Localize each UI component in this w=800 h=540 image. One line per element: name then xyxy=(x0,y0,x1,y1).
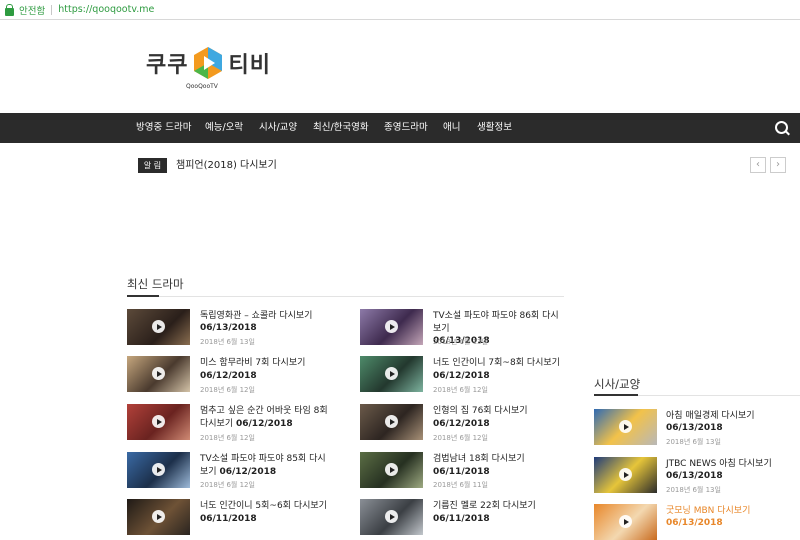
section-underline xyxy=(594,394,638,396)
list-item-posted: 2018년 6월 11일 xyxy=(433,481,488,489)
play-icon xyxy=(618,515,632,528)
list-item-posted: 2018년 6월 12일 xyxy=(433,434,488,442)
list-item-posted: 2018년 6월 13일 xyxy=(200,338,255,346)
section-title-current-affairs: 시사/교양 xyxy=(594,377,641,391)
list-item-posted: 2018년 6월 12일 xyxy=(433,386,488,394)
play-icon xyxy=(384,415,398,428)
list-item-date: 06/12/2018 xyxy=(200,371,257,381)
divider xyxy=(51,4,53,15)
main-nav: 방영중 드라마 예능/오락 시사/교양 최신/한국영화 종영드라마 애니 생활정… xyxy=(0,113,800,143)
video-thumbnail[interactable] xyxy=(360,499,423,535)
list-item-date: 06/13/2018 xyxy=(666,518,723,528)
video-thumbnail[interactable] xyxy=(360,309,423,345)
site-logo[interactable]: 쿠쿠 티비 xyxy=(146,46,271,80)
video-thumbnail[interactable] xyxy=(360,356,423,392)
video-thumbnail[interactable] xyxy=(127,404,190,440)
play-icon xyxy=(618,420,632,433)
search-icon[interactable] xyxy=(775,121,788,134)
url-text[interactable]: https://qooqootv.me xyxy=(58,4,154,15)
list-item-posted: 2018년 6월 13일 xyxy=(666,438,721,446)
nav-item-current-affairs[interactable]: 시사/교양 xyxy=(259,113,297,143)
list-item-title[interactable]: JTBC NEWS 아침 다시보기 xyxy=(666,458,798,471)
video-thumbnail[interactable] xyxy=(594,409,657,445)
list-item-posted: 2018년 6월 12일 xyxy=(200,434,255,442)
video-thumbnail[interactable] xyxy=(594,504,657,540)
list-item-title[interactable]: 너도 인간이니 5회~6회 다시보기 xyxy=(200,500,350,513)
play-icon xyxy=(384,463,398,476)
list-item-date: 06/11/2018 xyxy=(433,514,490,524)
notice-badge: 알 림 xyxy=(138,158,167,173)
play-icon xyxy=(151,463,165,476)
list-item-posted: 2018년 6월 13일 xyxy=(433,338,488,346)
list-item-posted: 2018년 6월 12일 xyxy=(200,386,255,394)
play-icon xyxy=(618,468,632,481)
nav-item-airing-drama[interactable]: 방영중 드라마 xyxy=(136,113,191,143)
nav-item-anime[interactable]: 애니 xyxy=(443,113,460,143)
logo-text-right: 티비 xyxy=(228,53,271,78)
nav-item-movies[interactable]: 최신/한국영화 xyxy=(313,113,369,143)
play-icon xyxy=(384,367,398,380)
list-item-date: 06/12/2018 xyxy=(433,371,490,381)
play-icon xyxy=(151,320,165,333)
video-thumbnail[interactable] xyxy=(360,452,423,488)
logo-text-left: 쿠쿠 xyxy=(146,53,189,78)
lock-icon xyxy=(5,3,14,16)
list-item-date: 06/13/2018 xyxy=(666,471,723,481)
list-item-title[interactable]: 아침 매일경제 다시보기 xyxy=(666,410,796,423)
address-bar[interactable]: 안전함 https://qooqootv.me xyxy=(0,0,800,20)
list-item-title[interactable]: 인형의 집 76회 다시보기 xyxy=(433,405,565,418)
video-thumbnail[interactable] xyxy=(360,404,423,440)
play-icon xyxy=(151,415,165,428)
ticker-next-button[interactable]: › xyxy=(770,157,786,173)
list-item-title[interactable]: 독립영화관 – 쇼콜라 다시보기 xyxy=(200,310,350,323)
list-item-date: 06/13/2018 xyxy=(200,323,257,333)
video-thumbnail[interactable] xyxy=(127,452,190,488)
play-icon xyxy=(384,510,398,523)
play-icon xyxy=(384,320,398,333)
secure-label: 안전함 xyxy=(19,5,46,17)
list-item-title[interactable]: 너도 인간이니 7회~8회 다시보기 xyxy=(433,357,565,370)
list-item-title[interactable]: TV소설 파도야 파도야 85회 다시보기 06/12/2018 xyxy=(200,453,332,478)
list-item-date: 06/11/2018 xyxy=(433,467,490,477)
list-item-title[interactable]: 미스 함무라비 7회 다시보기 xyxy=(200,357,350,370)
section-divider xyxy=(127,296,564,297)
list-item-posted: 2018년 6월 13일 xyxy=(666,486,721,494)
logo-subtitle: QooQooTV xyxy=(186,83,218,90)
list-item-date: 06/13/2018 xyxy=(666,423,723,433)
section-underline xyxy=(127,295,159,297)
notice-ticker-link[interactable]: 챔피언(2018) 다시보기 xyxy=(176,158,277,173)
section-title-latest-drama: 최신 드라마 xyxy=(127,277,184,291)
list-item-title[interactable]: 멈추고 싶은 순간 어바웃 타임 8회 다시보기 06/12/2018 xyxy=(200,405,330,430)
video-thumbnail[interactable] xyxy=(127,356,190,392)
list-item-date: 06/12/2018 xyxy=(433,419,490,429)
play-icon xyxy=(151,367,165,380)
video-thumbnail[interactable] xyxy=(594,457,657,493)
list-item-posted: 2018년 6월 12일 xyxy=(200,481,255,489)
nav-item-entertainment[interactable]: 예능/오락 xyxy=(205,113,243,143)
list-item-date: 06/11/2018 xyxy=(200,514,257,524)
nav-item-lifestyle[interactable]: 생활정보 xyxy=(477,113,512,143)
ticker-prev-button[interactable]: ‹ xyxy=(750,157,766,173)
play-hexagon-icon xyxy=(194,47,223,79)
nav-item-ended-drama[interactable]: 종영드라마 xyxy=(384,113,428,143)
list-item-title[interactable]: 검법남녀 18회 다시보기 xyxy=(433,453,565,466)
video-thumbnail[interactable] xyxy=(127,309,190,345)
video-thumbnail[interactable] xyxy=(127,499,190,535)
play-icon xyxy=(151,510,165,523)
list-item-title[interactable]: 기름진 멜로 22회 다시보기 xyxy=(433,500,565,513)
list-item-title[interactable]: 굿모닝 MBN 다시보기 xyxy=(666,505,798,518)
